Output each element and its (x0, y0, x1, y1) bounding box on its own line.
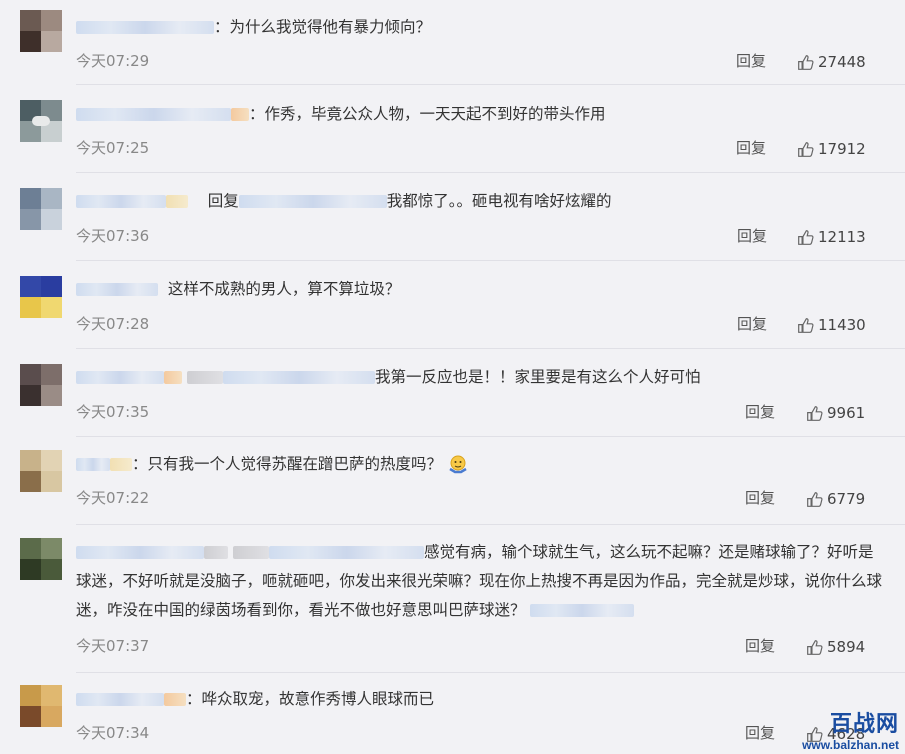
like-button[interactable]: 9961 (806, 404, 865, 422)
thumbs-up-icon (807, 491, 823, 507)
like-count: 6779 (827, 490, 866, 508)
avatar[interactable] (20, 276, 62, 318)
avatar[interactable] (20, 188, 62, 230)
blurred-username[interactable] (76, 283, 158, 296)
comment-text: ：只有我一个人觉得苏醒在蹭巴萨的热度吗？ (76, 450, 883, 479)
thumbs-up-icon (798, 229, 814, 245)
like-button[interactable]: 6779 (806, 490, 865, 508)
like-button[interactable]: 11430 (797, 316, 866, 334)
blurred-username[interactable] (76, 546, 204, 559)
like-button[interactable]: 5894 (806, 638, 865, 656)
comment-time: 今天07:35 (76, 403, 150, 421)
like-count: 5894 (827, 638, 866, 656)
reply-button[interactable]: 回复 (736, 50, 766, 71)
blurred-username[interactable] (76, 195, 166, 208)
like-count: 11430 (818, 316, 866, 334)
watermark: 百战网 www.balzhan.net (802, 706, 899, 752)
like-count: 27448 (818, 53, 866, 71)
blurred-mention[interactable] (238, 195, 387, 208)
comment-time: 今天07:25 (76, 139, 150, 157)
watermark-logo: 百战网 (829, 711, 899, 737)
avatar[interactable] (20, 685, 62, 727)
comment-item: 回复 我都惊了。。砸电视有啥好炫耀的 今天07:36 回复 12113 (0, 173, 905, 261)
blurred-mention[interactable] (268, 546, 424, 559)
comment-text: 回复 我都惊了。。砸电视有啥好炫耀的 (76, 187, 883, 216)
comment-time: 今天07:36 (76, 227, 150, 245)
blurred-username[interactable] (76, 108, 231, 121)
reply-prefix: 回复 (207, 192, 239, 210)
watermark-url: www.balzhan.net (802, 738, 899, 752)
reply-button[interactable]: 回复 (745, 635, 775, 656)
like-button[interactable]: 12113 (797, 228, 866, 246)
thumbs-up-icon (798, 54, 814, 70)
avatar[interactable] (20, 364, 62, 406)
reply-button[interactable]: 回复 (736, 137, 766, 158)
comment-text: 感觉有病，输个球就生气，这么玩不起嘛？还是赌球输了？好听是球迷，不好听就是没脑子… (76, 543, 883, 619)
comment-item: ：只有我一个人觉得苏醒在蹭巴萨的热度吗？ 今天07:22 回复 6779 (0, 437, 905, 525)
comment-time: 今天07:28 (76, 315, 150, 333)
like-count: 9961 (827, 404, 866, 422)
comment-item: 这样不成熟的男人，算不算垃圾？ 今天07:28 回复 11430 (0, 261, 905, 349)
like-button[interactable]: 27448 (797, 53, 866, 71)
comment-text: 这样不成熟的男人，算不算垃圾？ (76, 275, 883, 304)
blurred-username[interactable] (76, 21, 214, 34)
thumbs-up-icon (807, 639, 823, 655)
like-count: 17912 (818, 140, 866, 158)
reply-button[interactable]: 回复 (745, 401, 775, 422)
comment-item: 感觉有病，输个球就生气，这么玩不起嘛？还是赌球输了？好听是球迷，不好听就是没脑子… (0, 525, 905, 673)
blurred-username[interactable] (76, 458, 110, 471)
thumbs-up-icon (798, 141, 814, 157)
comment-time: 今天07:22 (76, 489, 150, 507)
comment-text: 我第一反应也是！！家里要是有这么个人好可怕 (76, 363, 883, 392)
avatar[interactable] (20, 10, 62, 52)
comment-text: ：为什么我觉得他有暴力倾向？ (76, 13, 883, 42)
blurred-username[interactable] (76, 371, 164, 384)
reply-button[interactable]: 回复 (745, 487, 775, 508)
shrug-emoji-icon (449, 455, 467, 473)
blurred-mention[interactable] (222, 371, 375, 384)
reply-button[interactable]: 回复 (745, 722, 775, 743)
comment-item: ：哗众取宠，故意作秀博人眼球而已 今天07:34 回复 4628 (0, 673, 905, 754)
like-count: 12113 (818, 228, 866, 246)
thumbs-up-icon (798, 317, 814, 333)
comment-time: 今天07:29 (76, 52, 150, 70)
comment-text: ：哗众取宠，故意作秀博人眼球而已 (76, 685, 883, 714)
thumbs-up-icon (807, 405, 823, 421)
avatar[interactable] (20, 450, 62, 492)
comment-time: 今天07:34 (76, 724, 150, 742)
blurred-username[interactable] (76, 693, 164, 706)
reply-button[interactable]: 回复 (737, 225, 767, 246)
comment-item: ：为什么我觉得他有暴力倾向？ 今天07:29 回复 27448 (0, 0, 905, 84)
comment-item: ：作秀，毕竟公众人物，一天天起不到好的带头作用 今天07:25 回复 17912 (0, 85, 905, 173)
comment-time: 今天07:37 (76, 637, 150, 655)
comment-item: 我第一反应也是！！家里要是有这么个人好可怕 今天07:35 回复 9961 (0, 349, 905, 437)
reply-button[interactable]: 回复 (737, 313, 767, 334)
avatar[interactable] (20, 100, 62, 142)
like-button[interactable]: 17912 (797, 140, 866, 158)
comment-text: ：作秀，毕竟公众人物，一天天起不到好的带头作用 (76, 100, 883, 129)
avatar[interactable] (20, 538, 62, 580)
